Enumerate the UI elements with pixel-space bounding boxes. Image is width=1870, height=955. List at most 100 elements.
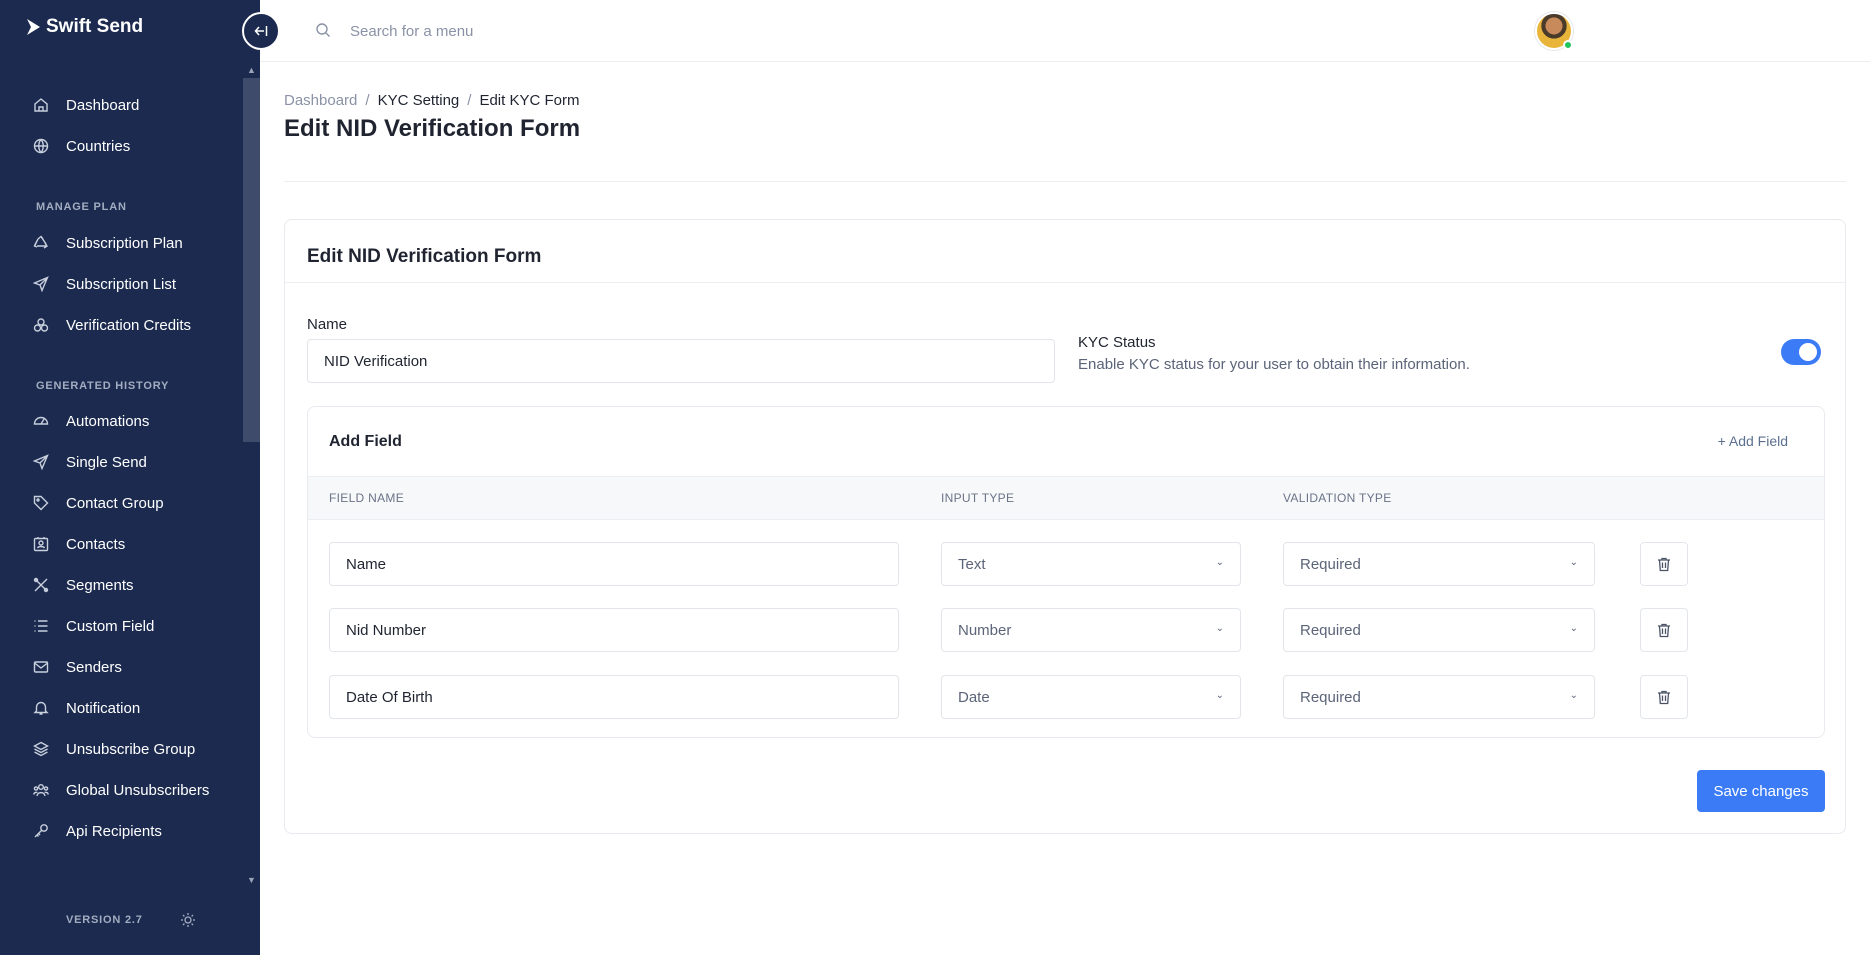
sidebar-item-single-send[interactable]: Single Send <box>32 447 237 477</box>
delete-field-button[interactable] <box>1640 542 1688 586</box>
field-name-input[interactable] <box>329 675 899 719</box>
sidebar-item-segments[interactable]: Segments <box>32 570 237 600</box>
delete-field-button[interactable] <box>1640 675 1688 719</box>
sidebar-item-label: Custom Field <box>66 617 155 635</box>
trash-icon <box>1658 623 1670 637</box>
sidebar-item-label: Notification <box>66 699 141 717</box>
sidebar-item-label: Senders <box>66 658 122 676</box>
sidebar-item-automations[interactable]: Automations <box>32 406 237 436</box>
sidebar-item-verification-credits[interactable]: Verification Credits <box>32 310 237 340</box>
sidebar-item-subscription-list[interactable]: Subscription List <box>32 269 237 299</box>
logo-icon <box>27 19 40 35</box>
input-type-select[interactable]: Number ⌄ <box>941 608 1241 652</box>
kyc-status-title: KYC Status <box>1078 334 1156 351</box>
collapse-sidebar-button[interactable] <box>242 12 280 50</box>
sidebar: Swift Send Dashboard Countries MANAGE PL… <box>0 0 260 955</box>
validation-type-value: Required <box>1300 688 1361 706</box>
sidebar-item-label: Dashboard <box>66 96 140 114</box>
gauge-icon <box>32 412 50 430</box>
sidebar-item-label: Automations <box>66 412 150 430</box>
breadcrumb-separator: / <box>467 92 472 109</box>
layers-icon <box>32 740 50 758</box>
segments-icon <box>32 576 50 594</box>
breadcrumb-dashboard[interactable]: Dashboard <box>284 92 357 109</box>
card-divider <box>285 282 1845 283</box>
name-input[interactable] <box>307 339 1055 383</box>
sidebar-item-contact-group[interactable]: Contact Group <box>32 488 237 518</box>
add-field-button[interactable]: + Add Field <box>1718 433 1788 449</box>
toggle-knob <box>1799 343 1817 361</box>
sidebar-item-contacts[interactable]: Contacts <box>32 529 237 559</box>
input-type-select[interactable]: Text ⌄ <box>941 542 1241 586</box>
contact-card-icon <box>32 535 50 553</box>
mail-icon <box>32 658 50 676</box>
chevron-down-icon: ⌄ <box>1569 690 1578 701</box>
search-icon <box>315 22 331 43</box>
sidebar-item-label: Verification Credits <box>66 316 192 334</box>
logo[interactable]: Swift Send <box>26 16 143 38</box>
section-label-generated-history: GENERATED HISTORY <box>36 380 170 392</box>
breadcrumb-kyc-setting[interactable]: KYC Setting <box>378 92 460 109</box>
sidebar-item-senders[interactable]: Senders <box>32 652 237 682</box>
sidebar-item-label: Api Recipients <box>66 822 162 840</box>
sidebar-item-label: Subscription Plan <box>66 234 183 252</box>
sidebar-item-notification[interactable]: Notification <box>32 693 237 723</box>
scroll-down-icon[interactable]: ▼ <box>243 872 260 888</box>
input-type-value: Date <box>958 688 990 706</box>
sidebar-item-label: Segments <box>66 576 134 594</box>
breadcrumb-current: Edit KYC Form <box>479 92 580 109</box>
breadcrumb: Dashboard / KYC Setting / Edit KYC Form <box>284 92 579 109</box>
sidebar-item-custom-field[interactable]: Custom Field <box>32 611 237 641</box>
sidebar-item-label: Contact Group <box>66 494 164 512</box>
chevron-down-icon: ⌄ <box>1569 557 1578 568</box>
header-divider <box>284 181 1846 182</box>
input-type-value: Text <box>958 555 986 573</box>
sidebar-item-api-recipients[interactable]: Api Recipients <box>32 816 237 846</box>
sidebar-item-label: Single Send <box>66 453 147 471</box>
input-type-select[interactable]: Date ⌄ <box>941 675 1241 719</box>
globe-icon <box>32 137 50 155</box>
online-status-dot <box>1563 40 1573 50</box>
send-icon <box>32 275 50 293</box>
field-name-input[interactable] <box>329 542 899 586</box>
chevron-down-icon: ⌄ <box>1215 623 1224 634</box>
tag-icon <box>32 494 50 512</box>
chevron-down-icon: ⌄ <box>1215 557 1224 568</box>
trash-icon <box>1658 557 1670 571</box>
name-label: Name <box>307 316 348 333</box>
key-icon <box>32 822 50 840</box>
trash-icon <box>1658 690 1670 704</box>
validation-type-select[interactable]: Required ⌄ <box>1283 542 1595 586</box>
scroll-up-icon[interactable]: ▲ <box>243 62 260 78</box>
table-header: FIELD NAME INPUT TYPE VALIDATION TYPE <box>308 476 1824 520</box>
logo-text: Swift Send <box>46 16 144 37</box>
delete-field-button[interactable] <box>1640 608 1688 652</box>
sidebar-item-countries[interactable]: Countries <box>32 131 237 161</box>
sidebar-item-dashboard[interactable]: Dashboard <box>32 90 237 120</box>
sidebar-scrollbar-thumb[interactable] <box>243 78 260 442</box>
validation-type-value: Required <box>1300 621 1361 639</box>
validation-type-select[interactable]: Required ⌄ <box>1283 675 1595 719</box>
sidebar-item-subscription-plan[interactable]: Subscription Plan <box>32 228 237 258</box>
kyc-status-toggle[interactable] <box>1781 339 1821 365</box>
save-changes-button[interactable]: Save changes <box>1697 770 1825 812</box>
kyc-status-description: Enable KYC status for your user to obtai… <box>1078 356 1470 373</box>
chevron-down-icon: ⌄ <box>1215 690 1224 701</box>
table-row: Date ⌄ Required ⌄ <box>308 675 1824 719</box>
coins-icon <box>32 316 50 334</box>
validation-type-select[interactable]: Required ⌄ <box>1283 608 1595 652</box>
input-type-value: Number <box>958 621 1012 639</box>
sun-icon[interactable] <box>180 912 196 933</box>
column-header-field-name: FIELD NAME <box>329 491 405 505</box>
add-field-section: Add Field + Add Field FIELD NAME INPUT T… <box>307 406 1825 738</box>
sidebar-item-label: Countries <box>66 137 131 155</box>
search-input[interactable] <box>350 18 750 44</box>
users-icon <box>32 781 50 799</box>
topbar <box>260 0 1870 62</box>
column-header-input-type: INPUT TYPE <box>941 491 1015 505</box>
column-header-validation-type: VALIDATION TYPE <box>1283 491 1392 505</box>
field-name-input[interactable] <box>329 608 899 652</box>
home-icon <box>32 96 50 114</box>
sidebar-item-global-unsubscribers[interactable]: Global Unsubscribers <box>32 775 237 805</box>
sidebar-item-unsubscribe-group[interactable]: Unsubscribe Group <box>32 734 237 764</box>
